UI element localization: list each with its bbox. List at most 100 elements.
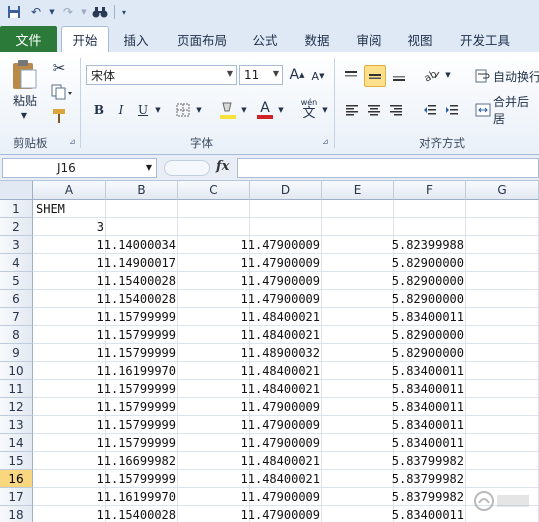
row-header[interactable]: 11 — [0, 380, 33, 398]
decrease-font-icon[interactable]: A ▼ — [309, 66, 327, 86]
cell-value[interactable]: 11.47900009 — [182, 236, 322, 254]
font-name-select[interactable]: 宋体 ▼ — [86, 65, 237, 85]
grid-cell[interactable] — [106, 218, 178, 236]
grid-cell[interactable] — [250, 200, 322, 218]
italic-button[interactable]: I — [111, 100, 131, 120]
row-header[interactable]: 17 — [0, 488, 33, 506]
grid-cell[interactable] — [466, 344, 539, 362]
cell-value[interactable]: 11.48400021 — [182, 326, 322, 344]
cell-value[interactable]: 5.82900000 — [326, 272, 466, 290]
redo-dropdown-icon[interactable]: ▼ — [80, 3, 88, 21]
cell-value[interactable]: 11.16199970 — [38, 488, 178, 506]
cell-value[interactable]: 11.47900009 — [182, 416, 322, 434]
insert-function-icon[interactable]: fx — [216, 159, 229, 174]
phonetic-dropdown-icon[interactable]: ▼ — [320, 102, 330, 118]
column-header-g[interactable]: G — [466, 181, 539, 200]
customize-icon[interactable]: ▾ — [119, 3, 129, 21]
underline-button[interactable]: U — [133, 100, 153, 120]
binoculars-icon[interactable] — [90, 3, 110, 21]
phonetic-guide-icon[interactable]: wén 文 — [296, 96, 322, 122]
font-color-icon[interactable]: A — [254, 98, 276, 122]
cell-value[interactable]: 11.16199970 — [38, 362, 178, 380]
clipboard-launcher-icon[interactable]: ⊿ — [69, 137, 76, 146]
grid-cell[interactable] — [178, 200, 250, 218]
underline-dropdown-icon[interactable]: ▼ — [153, 102, 163, 118]
cell-value[interactable]: 11.47900009 — [182, 434, 322, 452]
align-center-icon[interactable] — [364, 100, 384, 120]
grid-cell[interactable] — [466, 416, 539, 434]
cell-value[interactable]: 11.47900009 — [182, 398, 322, 416]
wrap-text-icon[interactable] — [472, 66, 494, 86]
format-painter-icon[interactable] — [48, 106, 70, 126]
cell-value[interactable]: 11.15799999 — [38, 434, 178, 452]
grid-cell[interactable] — [466, 290, 539, 308]
cell-value[interactable]: 11.15799999 — [38, 326, 178, 344]
increase-indent-icon[interactable] — [442, 100, 462, 120]
orientation-icon[interactable]: ab — [420, 64, 444, 86]
grid-cell[interactable] — [322, 218, 394, 236]
grid-cell[interactable] — [466, 470, 539, 488]
grid-cell[interactable] — [250, 218, 322, 236]
row-header[interactable]: 12 — [0, 398, 33, 416]
cell-value[interactable]: 11.16699982 — [38, 452, 178, 470]
align-top-icon[interactable] — [340, 66, 362, 86]
column-header-b[interactable]: B — [106, 181, 178, 200]
formula-input[interactable] — [237, 158, 539, 178]
cell-value[interactable]: 11.47900009 — [182, 272, 322, 290]
grid-cell[interactable] — [466, 200, 539, 218]
cut-icon[interactable]: ✂ — [48, 58, 70, 78]
cell-value[interactable]: 5.82900000 — [326, 344, 466, 362]
orientation-dropdown-icon[interactable]: ▼ — [443, 68, 453, 82]
row-header[interactable]: 18 — [0, 506, 33, 522]
select-all-corner[interactable] — [0, 181, 33, 200]
font-launcher-icon[interactable]: ⊿ — [322, 137, 329, 146]
grid-cell[interactable] — [466, 236, 539, 254]
cell-value[interactable]: 5.83799982 — [326, 470, 466, 488]
cell-value[interactable]: 11.15799999 — [38, 398, 178, 416]
cell-value[interactable]: 5.82399988 — [326, 236, 466, 254]
cell-value[interactable]: SHEM — [33, 200, 106, 218]
align-right-icon[interactable] — [386, 100, 406, 120]
cell-value[interactable]: 11.47900009 — [182, 488, 322, 506]
cell-value[interactable]: 5.83400011 — [326, 434, 466, 452]
merge-center-icon[interactable] — [472, 100, 494, 120]
grid-cell[interactable] — [394, 218, 466, 236]
paste-dropdown-icon[interactable]: ▼ — [14, 110, 34, 120]
cell-value[interactable]: 11.15799999 — [38, 416, 178, 434]
cell-value[interactable]: 11.15799999 — [38, 380, 178, 398]
cell-value[interactable]: 11.48400021 — [182, 470, 322, 488]
cell-value[interactable]: 11.14000034 — [38, 236, 178, 254]
row-header[interactable]: 10 — [0, 362, 33, 380]
row-header[interactable]: 4 — [0, 254, 33, 272]
undo-dropdown-icon[interactable]: ▼ — [48, 3, 56, 21]
redo-icon[interactable]: ↷ — [58, 3, 78, 21]
row-header[interactable]: 9 — [0, 344, 33, 362]
tab-review[interactable]: 审阅 — [349, 26, 389, 52]
grid-cell[interactable] — [466, 380, 539, 398]
align-left-icon[interactable] — [342, 100, 362, 120]
cell-value[interactable]: 11.48400021 — [182, 380, 322, 398]
undo-icon[interactable]: ↶ — [26, 3, 46, 21]
grid-cell[interactable] — [322, 200, 394, 218]
grid-cell[interactable] — [466, 308, 539, 326]
cell-value[interactable]: 11.48400021 — [182, 308, 322, 326]
grid-cell[interactable] — [466, 218, 539, 236]
tab-developer[interactable]: 开发工具 — [452, 26, 518, 52]
paste-icon[interactable] — [6, 58, 42, 92]
cell-value[interactable]: 5.83400011 — [326, 362, 466, 380]
cell-value[interactable]: 11.15799999 — [38, 308, 178, 326]
cell-value[interactable]: 5.82900000 — [326, 326, 466, 344]
column-header-d[interactable]: D — [250, 181, 322, 200]
fill-color-icon[interactable] — [217, 98, 239, 122]
cell-value[interactable]: 11.15400028 — [38, 272, 178, 290]
tab-data[interactable]: 数据 — [297, 26, 337, 52]
decrease-indent-icon[interactable] — [420, 100, 440, 120]
align-bottom-icon[interactable] — [388, 66, 410, 86]
tab-formulas[interactable]: 公式 — [245, 26, 285, 52]
row-header[interactable]: 14 — [0, 434, 33, 452]
cell-value[interactable]: 5.83400011 — [326, 506, 466, 522]
merge-center-button[interactable]: 合并后居 — [493, 95, 539, 126]
row-header[interactable]: 6 — [0, 290, 33, 308]
bold-button[interactable]: B — [89, 100, 109, 120]
cell-value[interactable]: 5.83400011 — [326, 416, 466, 434]
